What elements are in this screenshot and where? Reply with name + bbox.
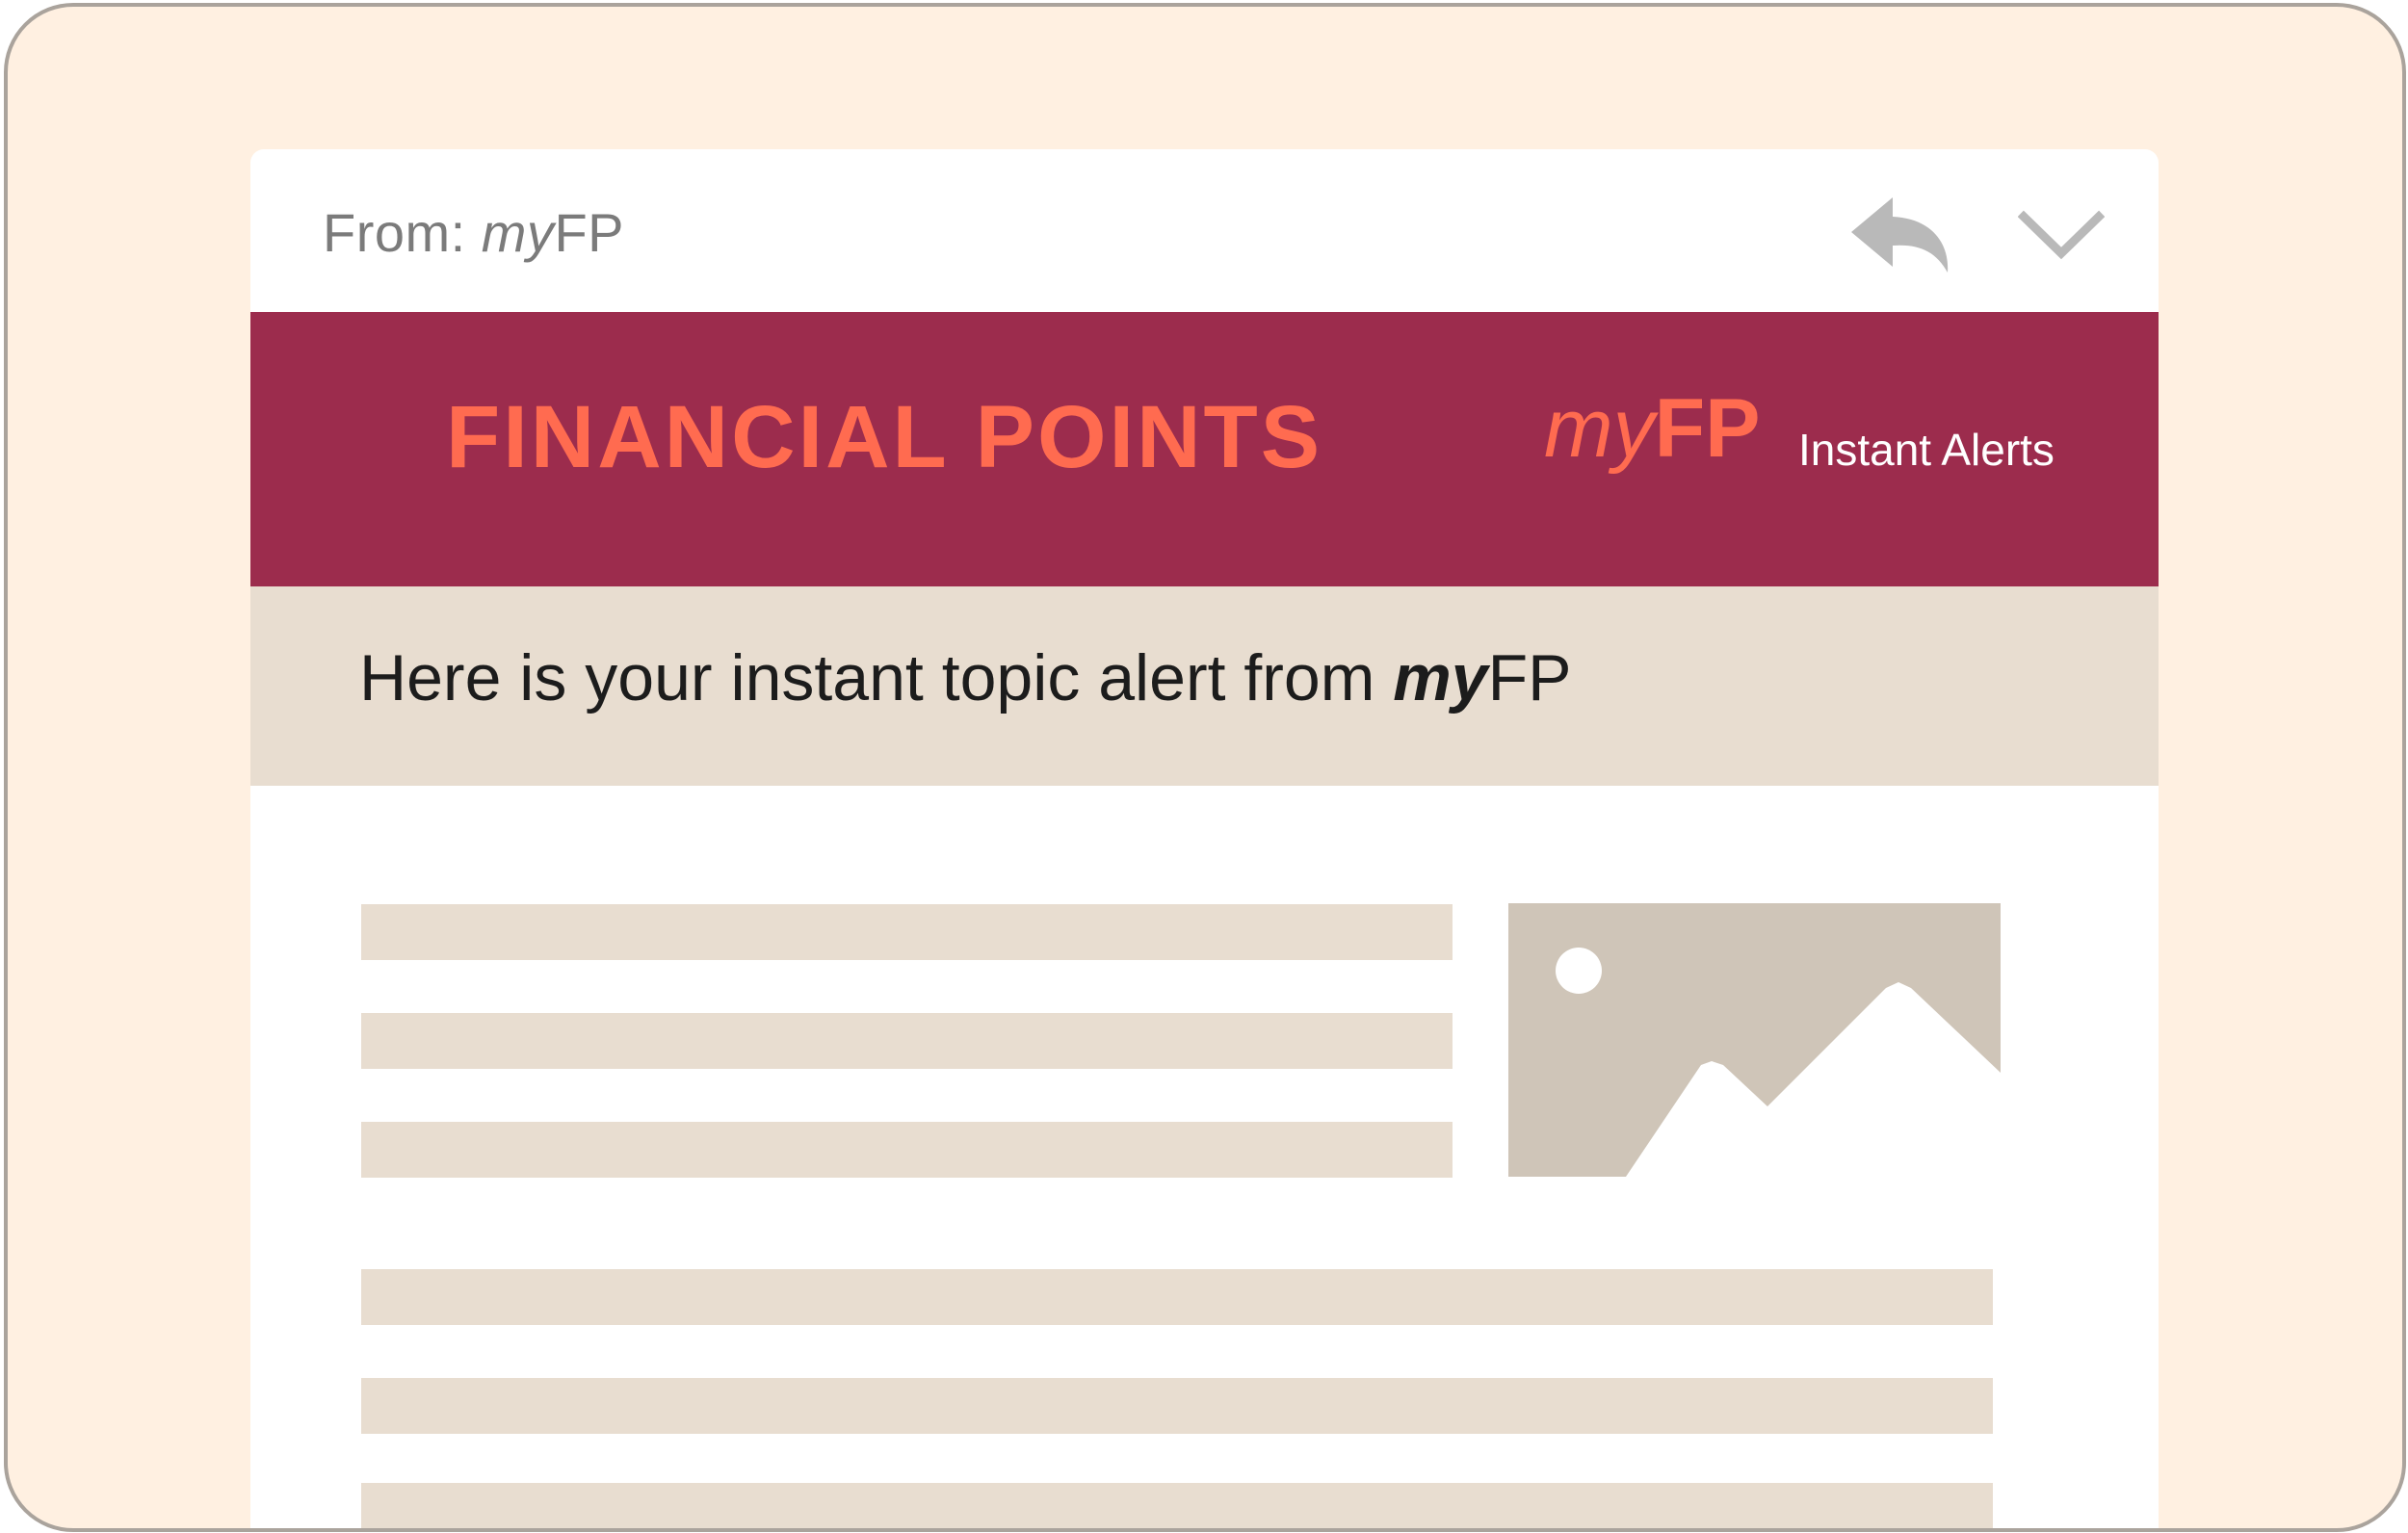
placeholder-text-line xyxy=(361,904,1453,960)
sender-name-fp: FP xyxy=(554,202,624,263)
sender-name-my: my xyxy=(481,202,555,263)
brand-banner: FINANCIAL POINTS myFP Instant Alerts xyxy=(250,312,2159,586)
from-label: From: xyxy=(323,202,466,263)
intro-text: Here is your instant topic alert from my… xyxy=(359,640,1571,715)
intro-message: Here is your instant topic alert from xyxy=(359,641,1394,715)
sender-line: From: myFP xyxy=(323,201,624,264)
email-card: From: myFP FINANCIAL POINTS myFP Instant… xyxy=(250,149,2159,1528)
placeholder-text-line xyxy=(361,1483,1993,1528)
placeholder-text-line xyxy=(361,1378,1993,1434)
expand-button[interactable] xyxy=(2017,207,2106,265)
placeholder-text-line xyxy=(361,1122,1453,1178)
intro-banner: Here is your instant topic alert from my… xyxy=(250,586,2159,786)
brand-title: FINANCIAL POINTS xyxy=(446,388,1323,486)
brand-logo-my: my xyxy=(1544,382,1655,475)
device-frame: From: myFP FINANCIAL POINTS myFP Instant… xyxy=(4,3,2406,1532)
brand-tagline: Instant Alerts xyxy=(1798,425,2055,475)
placeholder-text-line xyxy=(361,1013,1453,1069)
image-placeholder xyxy=(1508,903,2001,1177)
brand-logo: myFP xyxy=(1544,381,1761,477)
reply-arrow-icon xyxy=(1851,197,1949,273)
intro-brand-fp: FP xyxy=(1487,641,1572,715)
brand-logo-fp: FP xyxy=(1654,382,1761,475)
reply-button[interactable] xyxy=(1849,194,1955,276)
image-placeholder-icon xyxy=(1508,903,2001,1177)
placeholder-text-line xyxy=(361,1269,1993,1325)
chevron-down-icon xyxy=(2017,210,2106,260)
email-header: From: myFP xyxy=(250,149,2159,312)
intro-brand-my: my xyxy=(1393,641,1488,715)
